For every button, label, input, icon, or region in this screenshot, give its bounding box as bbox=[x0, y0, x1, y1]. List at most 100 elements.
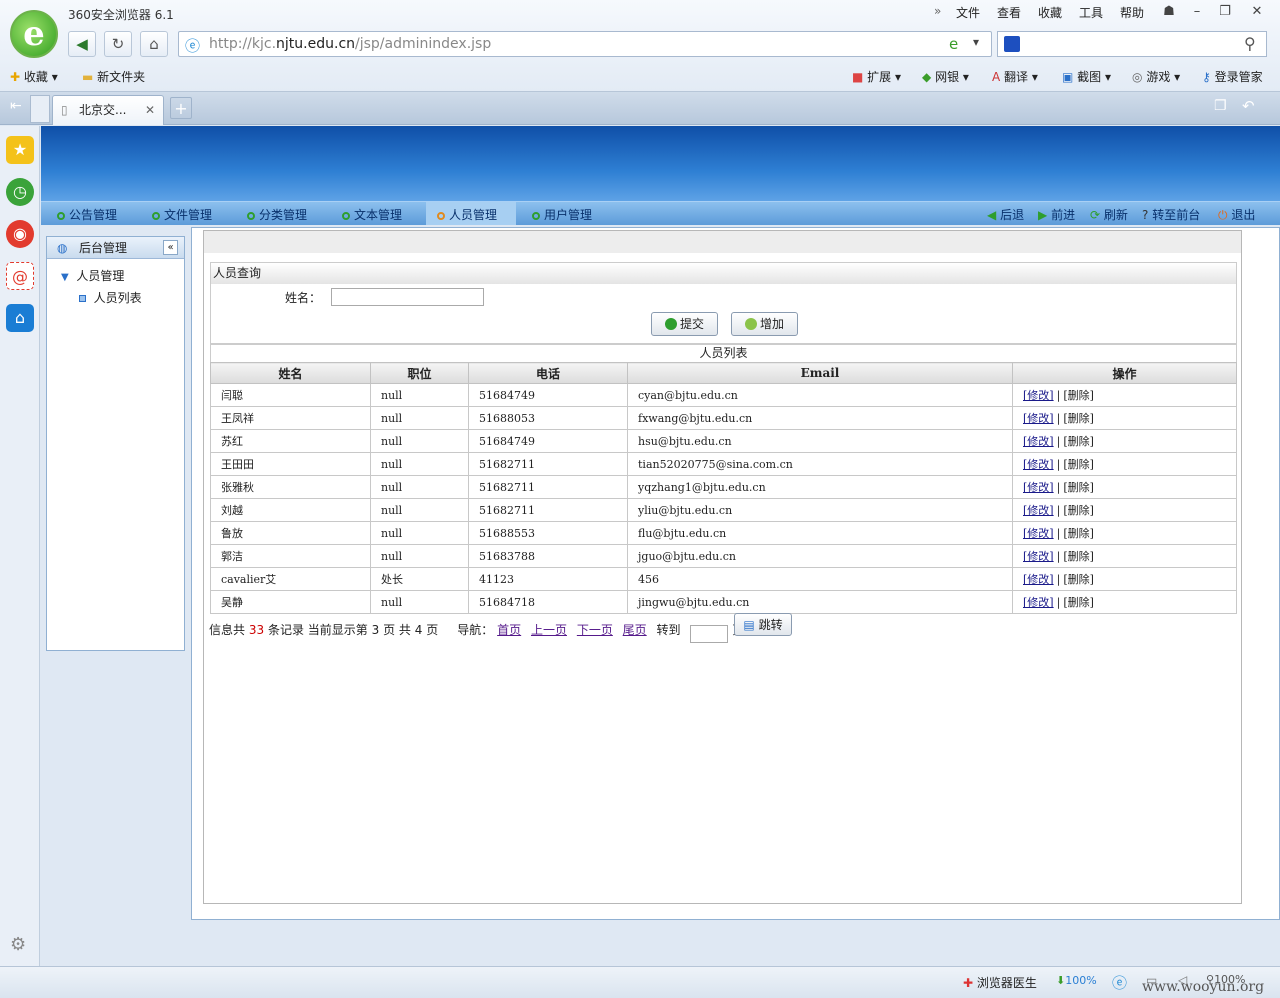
refresh-button[interactable]: ↻ bbox=[104, 31, 132, 57]
add-button[interactable]: 增加 bbox=[731, 312, 798, 336]
name-input[interactable] bbox=[331, 288, 484, 306]
sidebar-title: 后台管理 bbox=[79, 241, 128, 255]
nav-announcements[interactable]: 公告管理 bbox=[57, 206, 117, 223]
ie-mode-icon[interactable]: e bbox=[949, 35, 958, 53]
delete-link[interactable]: [删除] bbox=[1063, 389, 1094, 402]
nav-refresh[interactable]: ⟳ 刷新 bbox=[1090, 206, 1128, 223]
nav-back[interactable]: ◀ 后退 bbox=[987, 206, 1024, 223]
edit-link[interactable]: [修改] bbox=[1023, 412, 1054, 425]
email-icon[interactable]: @ bbox=[6, 262, 34, 290]
nav-personnel[interactable]: 人员管理 bbox=[437, 206, 497, 223]
delete-link[interactable]: [删除] bbox=[1063, 458, 1094, 471]
name-label: 姓名： bbox=[285, 291, 322, 305]
search-box[interactable]: ⚲ bbox=[997, 31, 1267, 57]
sidebar-toggle-icon[interactable]: ⇤ bbox=[10, 98, 22, 114]
last-page-link[interactable]: 尾页 bbox=[623, 623, 647, 637]
chevron-down-icon[interactable]: ▾ bbox=[973, 35, 979, 49]
delete-link[interactable]: [删除] bbox=[1063, 550, 1094, 563]
nav-forward[interactable]: ▶ 前进 bbox=[1038, 206, 1075, 223]
edit-link[interactable]: [修改] bbox=[1023, 573, 1054, 586]
restore-button[interactable]: ❐ bbox=[1213, 2, 1237, 22]
new-folder-bookmark[interactable]: ▬ 新文件夹 bbox=[82, 68, 145, 85]
cell-name: 郭洁 bbox=[210, 544, 371, 568]
page-icon: ▯ bbox=[61, 103, 68, 117]
history-clock-icon[interactable]: ◷ bbox=[6, 178, 34, 206]
app-icon[interactable]: ⌂ bbox=[6, 304, 34, 332]
edit-link[interactable]: [修改] bbox=[1023, 527, 1054, 540]
skin-icon[interactable]: ☗ bbox=[1157, 2, 1181, 22]
nav-texts[interactable]: 文本管理 bbox=[342, 206, 402, 223]
browser-doctor[interactable]: ✚ 浏览器医生 bbox=[963, 974, 1037, 991]
sidebar-item-personnel-list[interactable]: 人员列表 bbox=[79, 289, 142, 306]
edit-link[interactable]: [修改] bbox=[1023, 504, 1054, 517]
edit-link[interactable]: [修改] bbox=[1023, 389, 1054, 402]
cell-name: 苏红 bbox=[210, 429, 371, 453]
nav-categories[interactable]: 分类管理 bbox=[247, 206, 307, 223]
sidebar-group-personnel[interactable]: ▼ 人员管理 bbox=[61, 267, 124, 284]
favorites-star-icon[interactable]: ★ bbox=[6, 136, 34, 164]
goto-page-input[interactable] bbox=[690, 624, 729, 643]
search-icon[interactable]: ⚲ bbox=[1244, 34, 1256, 53]
prev-page-link[interactable]: 上一页 bbox=[531, 623, 567, 637]
delete-link[interactable]: [删除] bbox=[1063, 412, 1094, 425]
bookmark-bar: ✚ 收藏 ▾ ▬ 新文件夹 ■ 扩展 ▾ ◆ 网银 ▾ A 翻译 ▾ ▣ 截图 … bbox=[0, 64, 1280, 88]
nav-files[interactable]: 文件管理 bbox=[152, 206, 212, 223]
favorites-button[interactable]: ✚ 收藏 ▾ bbox=[10, 68, 58, 85]
blank-tab[interactable] bbox=[30, 95, 50, 123]
toolbar-extensions[interactable]: ■ 扩展 ▾ bbox=[852, 68, 901, 85]
minimize-button[interactable]: – bbox=[1185, 2, 1209, 22]
back-button[interactable]: ◀ bbox=[68, 31, 96, 57]
delete-link[interactable]: [删除] bbox=[1063, 504, 1094, 517]
cell-actions: [修改] | [删除] bbox=[1012, 452, 1237, 476]
url-text[interactable]: http://kjc.njtu.edu.cn/jsp/adminindex.js… bbox=[209, 36, 491, 52]
collapse-icon[interactable]: « bbox=[163, 240, 178, 255]
action-separator: | bbox=[1056, 481, 1061, 494]
menu-help[interactable]: 帮助 bbox=[1120, 4, 1144, 21]
edit-link[interactable]: [修改] bbox=[1023, 550, 1054, 563]
delete-link[interactable]: [删除] bbox=[1063, 435, 1094, 448]
undo-close-icon[interactable]: ↶ bbox=[1242, 97, 1255, 115]
next-page-link[interactable]: 下一页 bbox=[577, 623, 613, 637]
delete-link[interactable]: [删除] bbox=[1063, 596, 1094, 609]
weibo-icon[interactable]: ◉ bbox=[6, 220, 34, 248]
new-tab-button[interactable]: + bbox=[170, 97, 192, 119]
jump-button[interactable]: ▤ 跳转 bbox=[734, 613, 792, 636]
menu-tools[interactable]: 工具 bbox=[1079, 4, 1103, 21]
more-menu-icon[interactable]: » bbox=[934, 4, 941, 18]
cell-email: jingwu@bjtu.edu.cn bbox=[627, 590, 1013, 614]
home-button[interactable]: ⌂ bbox=[140, 31, 168, 57]
toolbar-bank[interactable]: ◆ 网银 ▾ bbox=[922, 68, 969, 85]
settings-gear-icon[interactable]: ⚙ bbox=[10, 934, 26, 955]
toolbar-login[interactable]: ⚷ 登录管家 bbox=[1202, 68, 1263, 85]
edit-link[interactable]: [修改] bbox=[1023, 458, 1054, 471]
first-page-link[interactable]: 首页 bbox=[497, 623, 521, 637]
close-tab-icon[interactable]: ✕ bbox=[145, 96, 155, 124]
submit-button[interactable]: 提交 bbox=[651, 312, 718, 336]
table-row: cavalier艾 处长 41123 456 [修改] | [删除] bbox=[210, 567, 1237, 591]
baidu-icon[interactable] bbox=[1004, 36, 1020, 52]
close-window-button[interactable]: ✕ bbox=[1245, 2, 1269, 22]
edit-link[interactable]: [修改] bbox=[1023, 481, 1054, 494]
delete-link[interactable]: [删除] bbox=[1063, 573, 1094, 586]
download-speed[interactable]: ⬇100% bbox=[1056, 974, 1097, 987]
tab-active[interactable]: ▯ 北京交... ✕ bbox=[52, 95, 164, 125]
toolbar-games[interactable]: ◎ 游戏 ▾ bbox=[1132, 68, 1180, 85]
delete-link[interactable]: [删除] bbox=[1063, 481, 1094, 494]
toolbar-screenshot[interactable]: ▣ 截图 ▾ bbox=[1062, 68, 1111, 85]
nav-users[interactable]: 用户管理 bbox=[532, 206, 592, 223]
menu-file[interactable]: 文件 bbox=[956, 4, 980, 21]
address-bar[interactable]: ⓔ http://kjc.njtu.edu.cn/jsp/adminindex.… bbox=[178, 31, 992, 57]
cell-actions: [修改] | [删除] bbox=[1012, 429, 1237, 453]
menu-view[interactable]: 查看 bbox=[997, 4, 1021, 21]
nav-frontend[interactable]: ? 转至前台 bbox=[1142, 206, 1200, 223]
check-icon bbox=[664, 318, 677, 330]
delete-link[interactable]: [删除] bbox=[1063, 527, 1094, 540]
menu-favorites[interactable]: 收藏 bbox=[1038, 4, 1062, 21]
edit-link[interactable]: [修改] bbox=[1023, 435, 1054, 448]
ie-status-icon[interactable]: ⓔ bbox=[1112, 972, 1127, 993]
window-list-icon[interactable]: ❐ bbox=[1214, 98, 1227, 114]
personnel-table: 姓名 职位 电话 Email 操作 闫聪 null 51684749 cyan@bjt… bbox=[210, 362, 1237, 614]
toolbar-translate[interactable]: A 翻译 ▾ bbox=[992, 68, 1038, 85]
nav-logout[interactable]: ⏻ 退出 bbox=[1218, 206, 1255, 223]
edit-link[interactable]: [修改] bbox=[1023, 596, 1054, 609]
